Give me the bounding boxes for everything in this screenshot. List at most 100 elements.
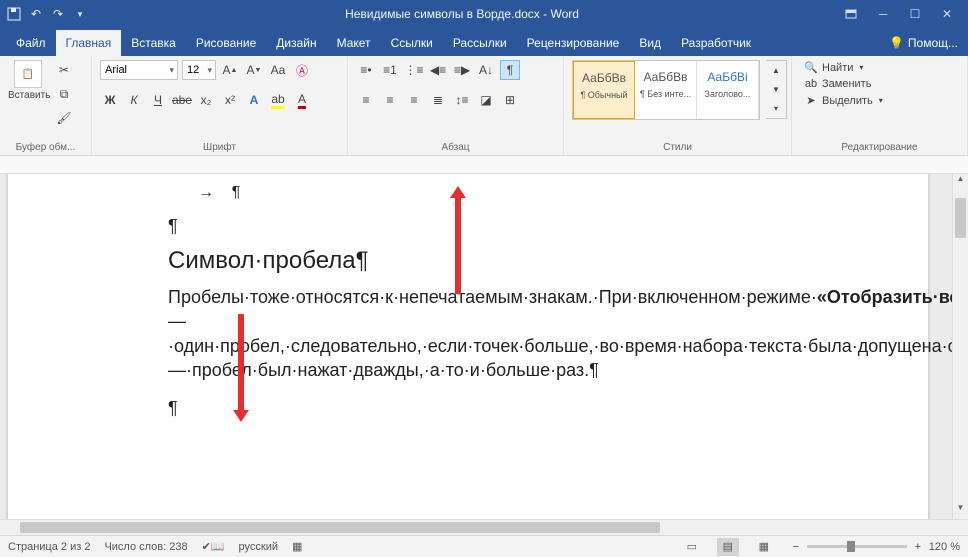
lightbulb-icon: 💡 — [889, 36, 904, 50]
annotation-arrow-down — [455, 194, 461, 294]
superscript-button[interactable]: x² — [220, 90, 240, 110]
align-right-button[interactable]: ≡ — [404, 90, 424, 110]
horizontal-scrollbar[interactable] — [0, 519, 968, 535]
tab-design[interactable]: Дизайн — [266, 30, 326, 56]
copy-button[interactable]: ⧉ — [54, 84, 74, 104]
find-label: Найти — [822, 62, 853, 74]
numbering-button[interactable]: ≡1 — [380, 60, 400, 80]
scroll-down-icon[interactable]: ▼ — [953, 503, 968, 519]
show-hide-marks-button[interactable]: ¶ — [500, 60, 520, 80]
align-center-button[interactable]: ≡ — [380, 90, 400, 110]
font-name-combo[interactable]: Arial — [100, 60, 178, 80]
bullets-button[interactable]: ≡• — [356, 60, 376, 80]
italic-button[interactable]: К — [124, 90, 144, 110]
increase-indent-button[interactable]: ≡▶ — [452, 60, 472, 80]
tab-insert[interactable]: Вставка — [121, 30, 186, 56]
read-mode-button[interactable]: ▭ — [681, 538, 703, 556]
multilevel-button[interactable]: ⋮≡ — [404, 60, 424, 80]
styles-gallery[interactable]: АаБбВв ¶ Обычный АаБбВв ¶ Без инте... Аа… — [572, 60, 760, 120]
decrease-indent-button[interactable]: ◀≡ — [428, 60, 448, 80]
zoom-level[interactable]: 120 % — [929, 541, 960, 553]
bold-button[interactable]: Ж — [100, 90, 120, 110]
subscript-button[interactable]: x₂ — [196, 90, 216, 110]
status-word-count[interactable]: Число слов: 238 — [104, 541, 187, 553]
macro-icon[interactable]: ▦ — [292, 540, 302, 553]
redo-icon[interactable]: ↷ — [50, 6, 66, 22]
tab-view[interactable]: Вид — [629, 30, 671, 56]
document-area[interactable]: → ¶ ¶ Символ·пробела¶ Пробелы·тоже·относ… — [0, 174, 968, 519]
editing-group-label: Редактирование — [800, 140, 959, 153]
style-name: Заголово... — [699, 89, 756, 99]
tab-layout[interactable]: Макет — [327, 30, 381, 56]
qat-more-icon[interactable]: ▾ — [72, 6, 88, 22]
horizontal-ruler[interactable] — [0, 156, 968, 174]
shrink-font-button[interactable]: A▼ — [244, 60, 264, 80]
format-painter-button[interactable]: 🖌 — [54, 108, 74, 128]
replace-button[interactable]: abЗаменить — [800, 77, 887, 91]
hscroll-thumb[interactable] — [20, 522, 660, 533]
select-button[interactable]: ➤Выделить▾ — [800, 93, 887, 108]
tab-developer[interactable]: Разработчик — [671, 30, 761, 56]
zoom-slider[interactable] — [807, 545, 907, 548]
tab-marker: → — [198, 184, 214, 201]
select-label: Выделить — [822, 95, 873, 107]
styles-expand[interactable]: ▾ — [766, 99, 786, 118]
proofing-icon[interactable]: ✔📖 — [202, 540, 225, 553]
clipboard-group-label: Буфер обм... — [8, 140, 83, 153]
replace-label: Заменить — [822, 78, 871, 90]
minimize-button[interactable]: ─ — [868, 4, 898, 24]
undo-icon[interactable]: ↶ — [28, 6, 44, 22]
tab-mailings[interactable]: Рассылки — [443, 30, 517, 56]
zoom-slider-knob[interactable] — [847, 541, 855, 552]
font-size-combo[interactable]: 12 — [182, 60, 216, 80]
maximize-button[interactable]: ☐ — [900, 4, 930, 24]
status-page[interactable]: Страница 2 из 2 — [8, 541, 90, 553]
sort-button[interactable]: A↓ — [476, 60, 496, 80]
change-case-button[interactable]: Aa — [268, 60, 288, 80]
justify-button[interactable]: ≣ — [428, 90, 448, 110]
tab-home[interactable]: Главная — [56, 30, 122, 56]
clear-formatting-button[interactable]: Ⓐ — [292, 60, 312, 80]
style-heading1[interactable]: АаБбВі Заголово... — [697, 61, 759, 119]
status-language[interactable]: русский — [239, 541, 278, 553]
borders-button[interactable]: ⊞ — [500, 90, 520, 110]
page[interactable]: → ¶ ¶ Символ·пробела¶ Пробелы·тоже·относ… — [8, 174, 928, 519]
tab-review[interactable]: Рецензирование — [517, 30, 630, 56]
align-left-button[interactable]: ≡ — [356, 90, 376, 110]
tab-draw[interactable]: Рисование — [186, 30, 266, 56]
print-layout-button[interactable]: ▤ — [717, 538, 739, 556]
style-normal[interactable]: АаБбВв ¶ Обычный — [573, 61, 635, 119]
cut-button[interactable]: ✂ — [54, 60, 74, 80]
scroll-thumb[interactable] — [955, 198, 966, 238]
search-icon: 🔍 — [804, 61, 818, 74]
grow-font-button[interactable]: A▲ — [220, 60, 240, 80]
document-body[interactable]: Пробелы·тоже·относятся·к·непечатаемым·зн… — [168, 285, 868, 382]
tab-file[interactable]: Файл — [6, 30, 56, 56]
highlight-button[interactable]: ab — [268, 90, 288, 110]
body-text-1: Пробелы·тоже·относятся·к·непечатаемым·зн… — [168, 287, 817, 307]
web-layout-button[interactable]: ▦ — [753, 538, 775, 556]
tell-me-box[interactable]: 💡 Помощ... — [879, 30, 968, 56]
save-icon[interactable] — [6, 6, 22, 22]
style-no-spacing[interactable]: АаБбВв ¶ Без инте... — [635, 61, 697, 119]
tab-references[interactable]: Ссылки — [381, 30, 443, 56]
strikethrough-button[interactable]: abe — [172, 90, 192, 110]
styles-scroll-up[interactable]: ▲ — [766, 61, 786, 80]
close-button[interactable]: ✕ — [932, 4, 962, 24]
vertical-scrollbar[interactable]: ▲ ▼ — [952, 174, 968, 519]
styles-scroll-down[interactable]: ▼ — [766, 80, 786, 99]
shading-button[interactable]: ◪ — [476, 90, 496, 110]
zoom-out-button[interactable]: − — [789, 540, 803, 554]
scroll-up-icon[interactable]: ▲ — [953, 174, 968, 190]
ribbon-display-options[interactable] — [836, 4, 866, 24]
underline-button[interactable]: Ч — [148, 90, 168, 110]
font-color-button[interactable]: A — [292, 90, 312, 110]
zoom-in-button[interactable]: + — [911, 540, 925, 554]
paste-button[interactable]: 📋 Вставить — [8, 60, 48, 101]
text-effects-button[interactable]: A — [244, 90, 264, 110]
find-button[interactable]: 🔍Найти▾ — [800, 60, 887, 75]
style-preview: АаБбВв — [637, 65, 694, 89]
paste-label: Вставить — [8, 90, 48, 101]
line-spacing-button[interactable]: ↕≡ — [452, 90, 472, 110]
document-heading[interactable]: Символ·пробела¶ — [168, 247, 928, 275]
